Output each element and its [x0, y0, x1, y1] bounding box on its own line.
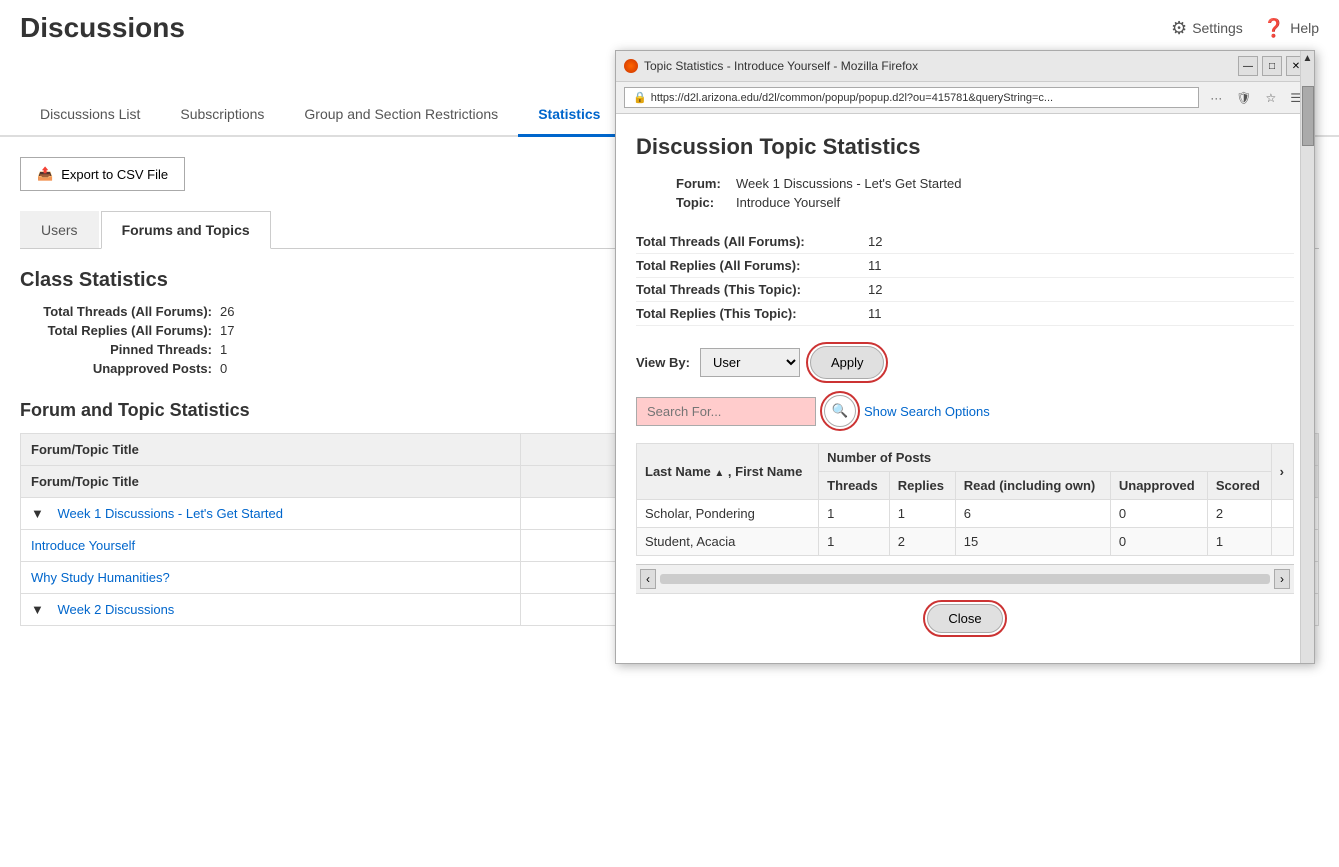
popup-title: Discussion Topic Statistics: [636, 134, 1294, 160]
scored-0: 2: [1207, 500, 1271, 528]
col-read: Read (including own): [955, 472, 1110, 500]
replies-0: 1: [889, 500, 955, 528]
tab-forums-topics[interactable]: Forums and Topics: [101, 211, 271, 249]
read-0: 6: [955, 500, 1110, 528]
help-icon: ❓: [1263, 18, 1285, 39]
view-by-select[interactable]: User Forum Topic: [700, 348, 800, 377]
threads-0: 1: [819, 500, 890, 528]
scroll-up-arrow[interactable]: ▲: [1301, 51, 1315, 66]
forum-link-1[interactable]: Introduce Yourself: [31, 538, 135, 553]
tab-discussions-list[interactable]: Discussions List: [20, 94, 160, 137]
next-page-btn[interactable]: ›: [1271, 444, 1293, 500]
stat-label-3: Unapproved Posts:: [20, 361, 220, 376]
forum-label: Forum:: [676, 176, 736, 191]
settings-link[interactable]: ⚙ Settings: [1171, 18, 1243, 39]
search-icon: 🔍: [832, 403, 849, 419]
scroll-left-button[interactable]: ‹: [640, 569, 656, 589]
forum-value: Week 1 Discussions - Let's Get Started: [736, 176, 962, 191]
stat-line-2: Total Threads (This Topic): 12: [636, 278, 1294, 302]
url-text: https://d2l.arizona.edu/d2l/common/popup…: [651, 92, 1053, 104]
table-row: Scholar, Pondering 1 1 6 0 2: [637, 500, 1294, 528]
unapproved-0: 0: [1110, 500, 1207, 528]
read-1: 15: [955, 528, 1110, 556]
col-scored: Scored: [1207, 472, 1271, 500]
export-icon: 📤: [37, 166, 53, 182]
stat-value-2: 1: [220, 342, 227, 357]
table-row: Student, Acacia 1 2 15 0 1: [637, 528, 1294, 556]
forum-link-2[interactable]: Why Study Humanities?: [31, 570, 170, 585]
firefox-window: Topic Statistics - Introduce Yourself - …: [615, 50, 1315, 664]
help-link[interactable]: ❓ Help: [1263, 18, 1319, 39]
forum-meta-row: Forum: Week 1 Discussions - Let's Get St…: [676, 176, 1294, 191]
export-label: Export to CSV File: [61, 167, 168, 182]
minimize-button[interactable]: —: [1238, 56, 1258, 76]
ff-shield-btn[interactable]: 🛡: [1231, 89, 1256, 107]
gear-icon: ⚙: [1171, 18, 1187, 39]
col-forum-title2: Forum/Topic Title: [21, 466, 521, 498]
search-input[interactable]: [636, 397, 816, 426]
stat-label-0: Total Threads (All Forums):: [20, 304, 220, 319]
unapproved-1: 0: [1110, 528, 1207, 556]
vertical-scrollbar[interactable]: ▲: [1300, 51, 1314, 663]
forum-link-3[interactable]: Week 2 Discussions: [58, 602, 175, 617]
stat-line-0: Total Threads (All Forums): 12: [636, 230, 1294, 254]
col-last-name: Last Name ▲ , First Name: [637, 444, 819, 500]
threads-1: 1: [819, 528, 890, 556]
horizontal-scrollbar[interactable]: [660, 574, 1270, 584]
scrollbar-thumb[interactable]: [1302, 86, 1314, 146]
col-unapproved: Unapproved: [1110, 472, 1207, 500]
results-table: Last Name ▲ , First Name Number of Posts…: [636, 443, 1294, 556]
chevron-down-icon[interactable]: ▼: [31, 602, 44, 617]
chevron-down-icon[interactable]: ▼: [31, 506, 44, 521]
view-by-label: View By:: [636, 355, 690, 370]
search-options-link[interactable]: Show Search Options: [864, 404, 990, 419]
tab-users[interactable]: Users: [20, 211, 99, 248]
tab-subscriptions[interactable]: Subscriptions: [160, 94, 284, 137]
col-replies: Replies: [889, 472, 955, 500]
stat-line-3: Total Replies (This Topic): 11: [636, 302, 1294, 326]
sort-asc-icon[interactable]: ▲: [714, 468, 724, 479]
posts-header: Number of Posts: [819, 444, 1272, 472]
settings-label: Settings: [1192, 20, 1243, 36]
stat-label-1: Total Replies (All Forums):: [20, 323, 220, 338]
maximize-button[interactable]: □: [1262, 56, 1282, 76]
topic-meta-row: Topic: Introduce Yourself: [676, 195, 1294, 210]
stat-value-0: 26: [220, 304, 234, 319]
stat-value-1: 17: [220, 323, 234, 338]
app-title: Discussions: [20, 12, 185, 44]
scroll-right-button[interactable]: ›: [1274, 569, 1290, 589]
stat-label-2: Pinned Threads:: [20, 342, 220, 357]
search-button[interactable]: 🔍: [824, 395, 856, 427]
replies-1: 2: [889, 528, 955, 556]
ff-menu-btn1[interactable]: ···: [1205, 89, 1227, 107]
topic-value: Introduce Yourself: [736, 195, 840, 210]
lock-icon: 🔒: [633, 91, 647, 104]
firefox-logo: [624, 59, 638, 73]
apply-button[interactable]: Apply: [810, 346, 885, 379]
export-csv-button[interactable]: 📤 Export to CSV File: [20, 157, 185, 191]
url-bar[interactable]: 🔒 https://d2l.arizona.edu/d2l/common/pop…: [624, 87, 1199, 108]
col-forum-title: Forum/Topic Title: [21, 434, 521, 466]
user-name-0: Scholar, Pondering: [637, 500, 819, 528]
scored-1: 1: [1207, 528, 1271, 556]
user-name-1: Student, Acacia: [637, 528, 819, 556]
browser-title: Topic Statistics - Introduce Yourself - …: [644, 59, 918, 73]
topic-label: Topic:: [676, 195, 736, 210]
stat-line-1: Total Replies (All Forums): 11: [636, 254, 1294, 278]
ff-star-btn[interactable]: ☆: [1260, 89, 1281, 107]
close-button[interactable]: Close: [927, 604, 1002, 633]
help-label: Help: [1290, 20, 1319, 36]
forum-link-0[interactable]: Week 1 Discussions - Let's Get Started: [58, 506, 284, 521]
stat-value-3: 0: [220, 361, 227, 376]
col-threads: Threads: [819, 472, 890, 500]
tab-group-section[interactable]: Group and Section Restrictions: [284, 94, 518, 137]
tab-statistics[interactable]: Statistics: [518, 94, 620, 137]
